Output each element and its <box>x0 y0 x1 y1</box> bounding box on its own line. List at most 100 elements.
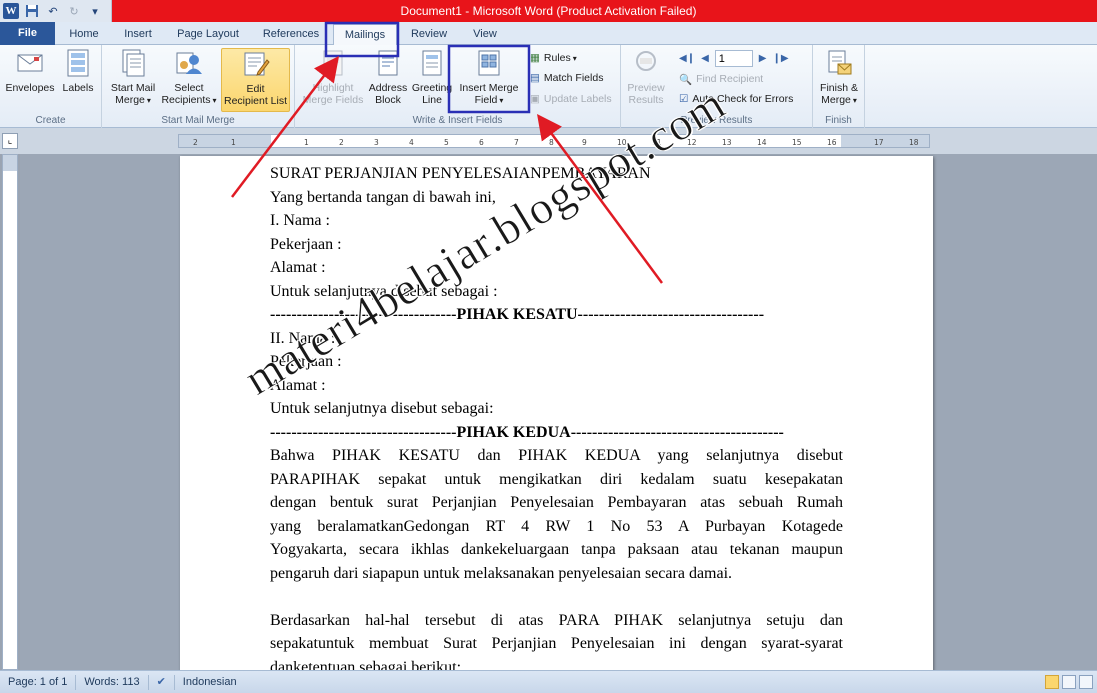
greeting-line-button[interactable]: Greeting Line <box>410 48 454 112</box>
last-record-icon[interactable]: ❙▶ <box>772 53 788 64</box>
print-layout-view-icon[interactable] <box>1045 675 1059 689</box>
record-navigation: ◀❙ ◀ ▶ ❙▶ <box>679 50 789 67</box>
find-recipient-label: Find Recipient <box>696 73 764 85</box>
view-buttons <box>1045 675 1093 689</box>
vertical-ruler[interactable] <box>2 154 18 670</box>
paragraph-line: danketentuan sebagai berikut: <box>270 658 462 671</box>
group-preview-results: Preview Results ◀❙ ◀ ▶ ❙▶ 🔍 Find Recipie… <box>621 45 813 128</box>
divider-dashes: ----------------------------------- <box>577 306 765 323</box>
tab-review[interactable]: Review <box>403 24 455 45</box>
select-recipients-button[interactable]: Select Recipients <box>158 48 220 112</box>
insert-merge-field-icon <box>475 48 503 78</box>
web-layout-view-icon[interactable] <box>1079 675 1093 689</box>
select-recipients-icon <box>175 48 203 78</box>
start-mail-merge-label-2: Merge <box>115 94 151 107</box>
doc-line: Alamat : <box>270 376 326 394</box>
title-bar: W ↶ ↻ ▾ Document1 - Microsoft Word (Prod… <box>0 0 1097 22</box>
tab-selector-icon[interactable]: ⌞ <box>2 133 18 149</box>
ribbon: Envelopes Labels Create Start Mail Merge… <box>0 45 1097 128</box>
group-write-insert-fields: Highlight Merge Fields Address Block Gre… <box>295 45 621 128</box>
match-fields-label: Match Fields <box>543 72 604 84</box>
labels-button[interactable]: Labels <box>58 48 98 112</box>
labels-icon <box>64 48 92 78</box>
preview-results-button[interactable]: Preview Results <box>623 48 669 112</box>
paragraph-line: Berdasarkan hal-hal tersebut di atas PAR… <box>270 611 843 629</box>
doc-line: Pekerjaan : <box>270 353 342 370</box>
record-number-input[interactable] <box>714 50 753 67</box>
tab-page-layout[interactable]: Page Layout <box>168 24 248 45</box>
ruler-tick: 1 <box>231 138 236 147</box>
highlight-merge-fields-button[interactable]: Highlight Merge Fields <box>297 48 369 112</box>
start-mail-merge-button[interactable]: Start Mail Merge <box>105 48 161 112</box>
tab-home[interactable]: Home <box>60 24 108 45</box>
paragraph-line: PARAPIHAK sepakat untuk mengikatkan diri… <box>270 470 843 488</box>
group-create: Envelopes Labels Create <box>0 45 102 128</box>
rules-icon: ▦ <box>530 52 540 64</box>
quick-access-toolbar: W ↶ ↻ ▾ <box>0 0 112 22</box>
edit-recipient-list-button[interactable]: Edit Recipient List <box>221 48 290 112</box>
divider-dashes: ---------------------------------------- <box>570 423 784 441</box>
customize-icon[interactable]: ▾ <box>87 3 103 19</box>
highlight-merge-fields-icon <box>319 48 347 78</box>
ruler-tick: 3 <box>374 138 379 147</box>
tab-file[interactable]: File <box>0 22 55 45</box>
tab-view[interactable]: View <box>460 24 510 45</box>
document-body[interactable]: SURAT PERJANJIAN PENYELESAIANPEMBAYARAN … <box>270 162 843 670</box>
rules-button[interactable]: ▦ Rules <box>530 49 577 67</box>
group-finish: Finish & Merge Finish <box>813 45 865 128</box>
ruler-tick: 11 <box>652 138 662 147</box>
insert-merge-field-label-2: Field <box>475 94 504 107</box>
ruler-tick: 14 <box>757 138 767 147</box>
start-mail-merge-label-1: Start Mail <box>110 82 156 94</box>
find-recipient-icon: 🔍 <box>679 73 693 86</box>
undo-icon[interactable]: ↶ <box>45 3 61 19</box>
ruler-tick: 18 <box>909 138 919 147</box>
ruler-tick: 13 <box>722 138 732 147</box>
divider-dashes: ----------------------------------- <box>270 423 457 441</box>
ruler-tick: 10 <box>617 138 627 147</box>
auto-check-errors-icon: ☑ <box>679 93 689 105</box>
ruler-tick: 8 <box>549 138 554 147</box>
ruler-tick: 2 <box>193 138 198 147</box>
tab-mailings[interactable]: Mailings <box>333 24 397 46</box>
ruler-tick: 12 <box>687 138 697 147</box>
word-logo-icon[interactable]: W <box>3 3 19 19</box>
status-words[interactable]: Words: 113 <box>76 674 149 690</box>
envelope-icon <box>16 48 44 78</box>
previous-record-icon[interactable]: ◀ <box>701 53 709 64</box>
divider-label: PIHAK KEDUA <box>456 423 571 441</box>
update-labels-button[interactable]: ▣ Update Labels <box>530 90 612 108</box>
address-block-button[interactable]: Address Block <box>365 48 411 112</box>
ruler-tick: 9 <box>582 138 587 147</box>
insert-merge-field-button[interactable]: Insert Merge Field <box>453 48 525 112</box>
paragraph-line: Bahwa PIHAK KESATU dan PIHAK KEDUA yang … <box>270 447 843 464</box>
redo-icon[interactable]: ↻ <box>66 3 82 19</box>
insert-merge-field-label-1: Insert Merge <box>459 82 519 94</box>
full-screen-view-icon[interactable] <box>1062 675 1076 689</box>
status-page[interactable]: Page: 1 of 1 <box>0 674 77 690</box>
document-page[interactable]: SURAT PERJANJIAN PENYELESAIANPEMBAYARAN … <box>180 156 933 670</box>
group-label-finish: Finish <box>825 115 852 126</box>
next-record-icon[interactable]: ▶ <box>759 53 767 64</box>
envelopes-button[interactable]: Envelopes <box>4 48 56 112</box>
paragraph-line: yang beralamatkanGedongan RT 4 RW 1 No 5… <box>270 517 843 535</box>
divider-label: PIHAK KESATU <box>456 306 578 323</box>
address-block-label-2: Block <box>375 94 401 106</box>
status-language[interactable]: Indonesian <box>175 675 245 690</box>
rules-label: Rules <box>544 52 577 64</box>
ruler-tick: 4 <box>409 138 414 147</box>
document-area[interactable]: SURAT PERJANJIAN PENYELESAIANPEMBAYARAN … <box>20 154 1097 670</box>
doc-line: Untuk selanjutnya disebut sebagai: <box>270 400 494 417</box>
save-icon[interactable] <box>24 3 40 19</box>
finish-merge-button[interactable]: Finish & Merge <box>815 48 863 112</box>
proofing-icon[interactable]: ✔ <box>149 674 175 690</box>
group-label-write-insert-fields: Write & Insert Fields <box>412 115 503 126</box>
match-fields-button[interactable]: ▤ Match Fields <box>530 69 603 87</box>
find-recipient-button[interactable]: 🔍 Find Recipient <box>679 70 763 88</box>
first-record-icon[interactable]: ◀❙ <box>679 53 695 64</box>
tab-insert[interactable]: Insert <box>113 24 163 45</box>
auto-check-errors-button[interactable]: ☑ Auto Check for Errors <box>679 90 793 108</box>
horizontal-ruler[interactable]: 2 1 1 2 3 4 5 6 7 8 9 10 11 12 13 14 15 … <box>178 134 930 148</box>
highlight-merge-fields-label-1: Highlight <box>312 82 354 94</box>
tab-references[interactable]: References <box>253 24 329 45</box>
